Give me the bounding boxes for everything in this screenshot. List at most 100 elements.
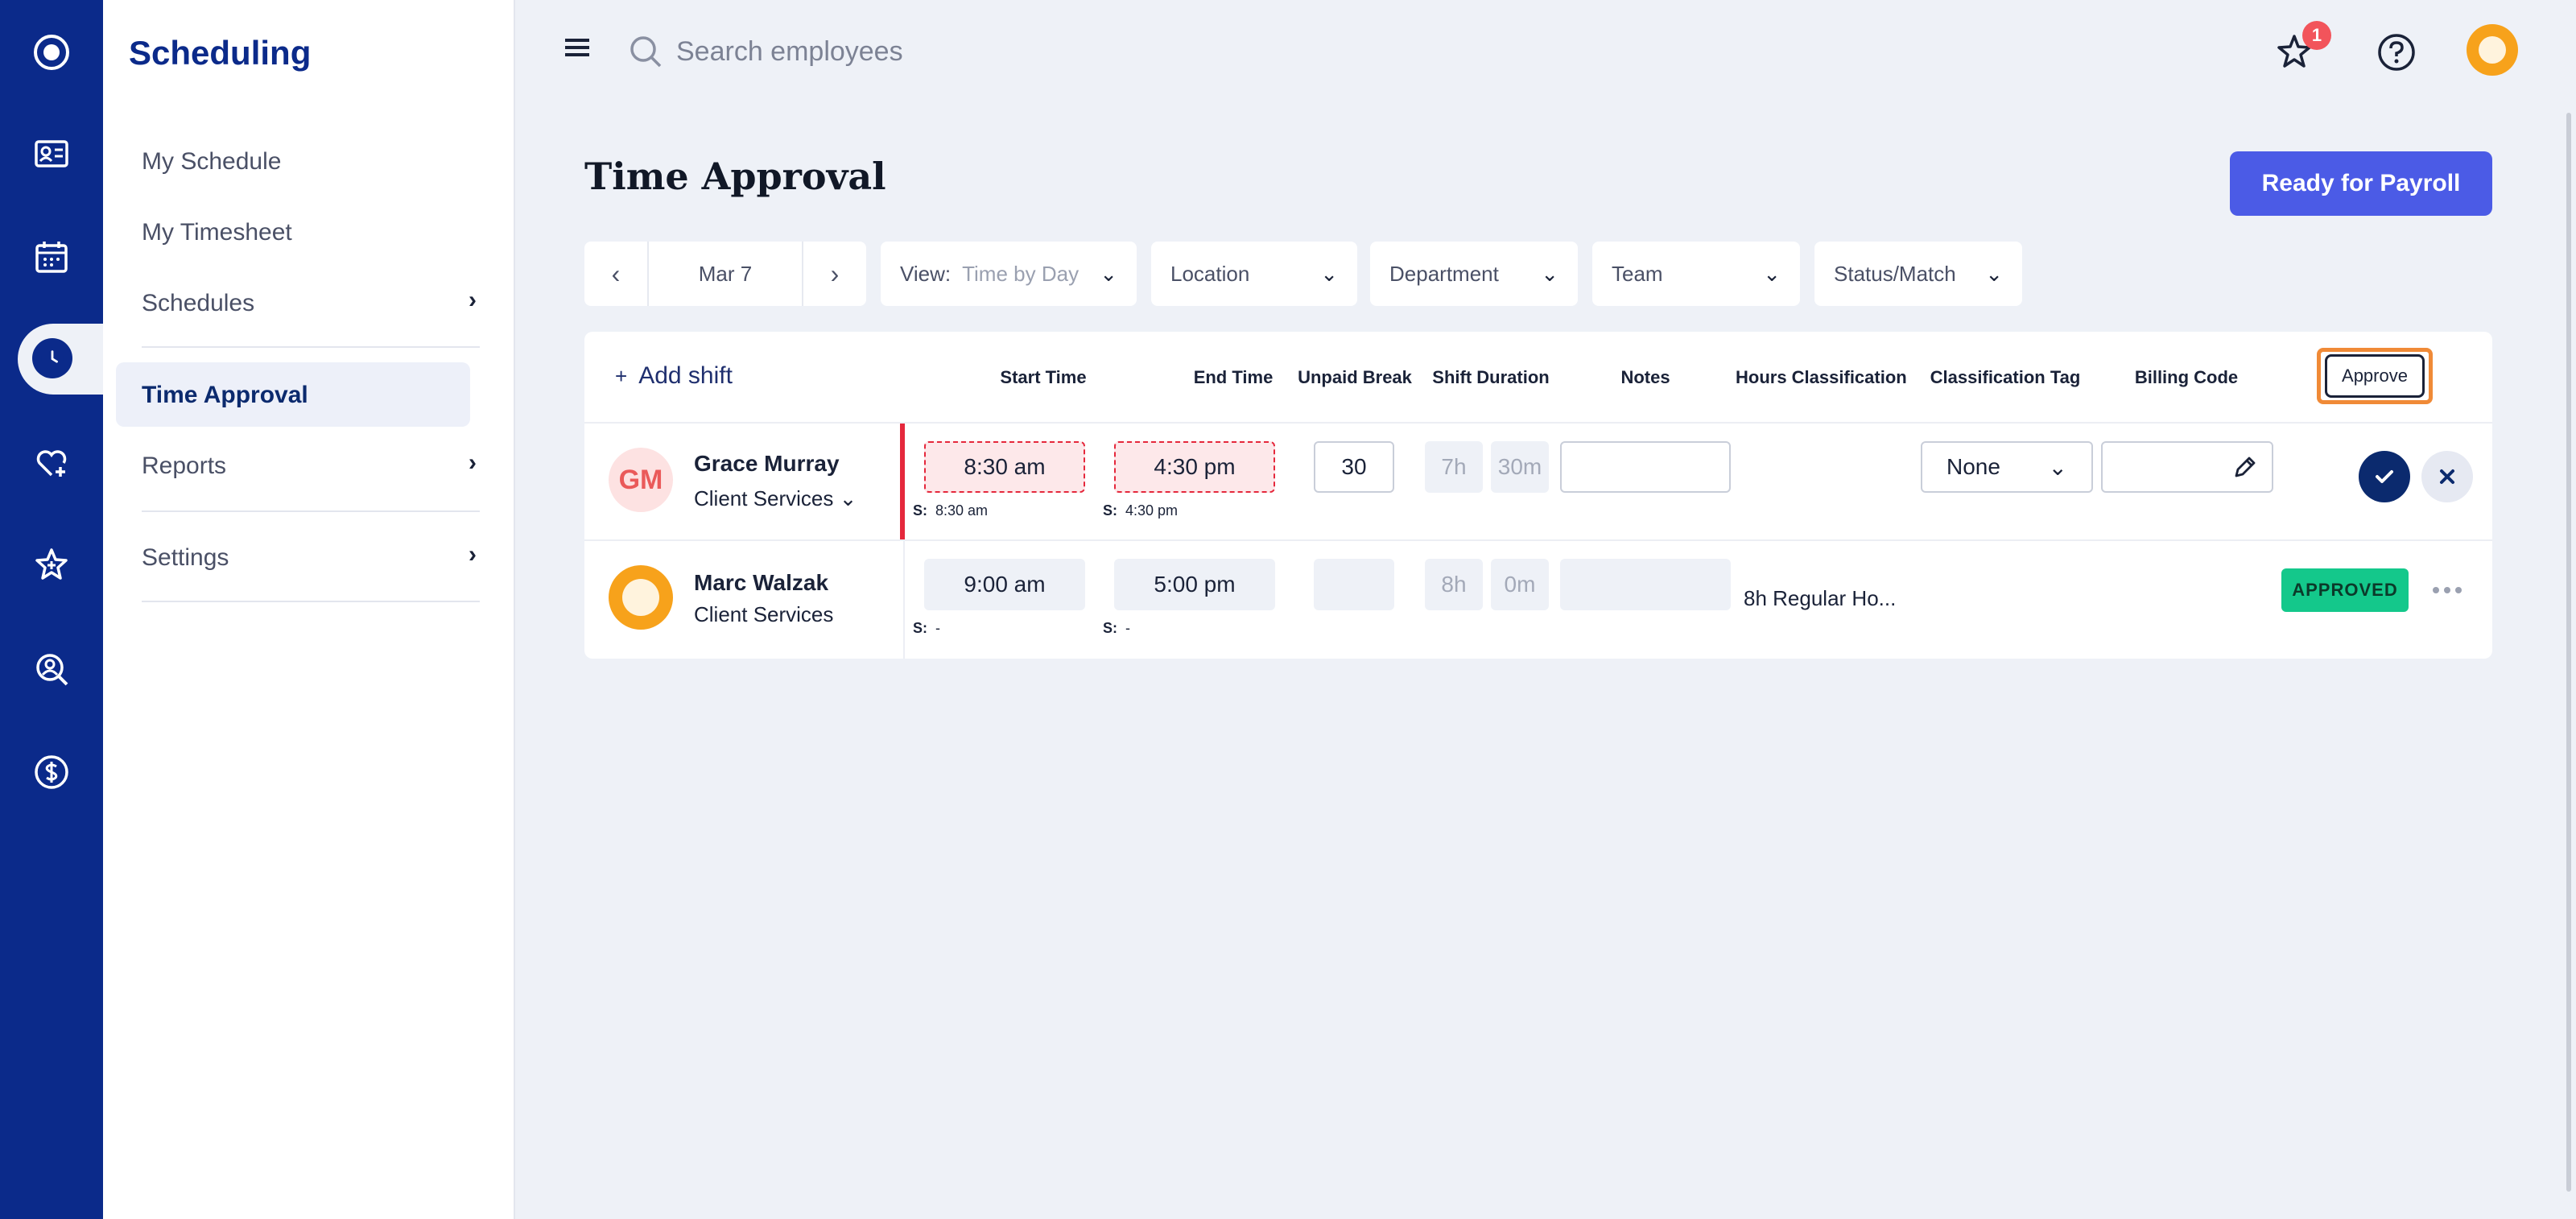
chevron-down-icon: ⌄ xyxy=(839,486,857,510)
pencil-icon[interactable] xyxy=(2231,453,2259,481)
employee-avatar: GM xyxy=(609,448,673,512)
check-icon xyxy=(2376,470,2393,483)
duration-minutes: 30m xyxy=(1491,441,1549,493)
star-plus-icon[interactable] xyxy=(0,528,103,601)
add-shift-button[interactable]: + Add shift xyxy=(615,362,733,390)
view-label: View: xyxy=(900,261,952,286)
notes-input[interactable] xyxy=(1560,441,1731,493)
column-classification-tag: Classification Tag xyxy=(1930,367,2081,387)
row-divider xyxy=(584,539,2492,541)
chevron-down-icon: ⌄ xyxy=(1100,261,1117,286)
column-notes: Notes xyxy=(1620,367,1670,387)
user-avatar[interactable] xyxy=(2467,24,2518,76)
column-divider xyxy=(903,539,905,659)
sidebar-item-schedules[interactable]: Schedules xyxy=(142,290,254,317)
scheduled-start-value: 8:30 am xyxy=(935,502,989,519)
chevron-right-icon: › xyxy=(469,449,477,476)
end-time-input[interactable]: 5:00 pm xyxy=(1114,559,1275,610)
ready-for-payroll-button[interactable]: Ready for Payroll xyxy=(2230,151,2492,216)
app-logo-icon[interactable] xyxy=(0,16,103,89)
status-label: Status/Match xyxy=(1834,261,1956,286)
unpaid-break-input[interactable] xyxy=(1314,441,1394,493)
chevron-right-icon[interactable]: › xyxy=(803,242,866,306)
employee-department-dropdown[interactable]: Client Services ⌄ xyxy=(694,486,857,511)
scheduled-start: S: - xyxy=(913,620,940,637)
approve-all-button[interactable]: Approve xyxy=(2325,354,2425,398)
column-billing-code: Billing Code xyxy=(2134,367,2239,387)
sidebar-title: Scheduling xyxy=(129,34,312,72)
scheduled-prefix: S: xyxy=(913,620,927,636)
sidebar-item-my-schedule[interactable]: My Schedule xyxy=(142,148,281,176)
approve-all-highlight: Approve xyxy=(2317,348,2433,404)
sidebar-item-time-approval[interactable]: Time Approval xyxy=(142,382,308,409)
billing-code-input[interactable] xyxy=(2101,441,2273,493)
add-shift-label: Add shift xyxy=(638,362,733,389)
sidebar-item-reports[interactable]: Reports xyxy=(142,452,226,480)
classification-tag-select[interactable]: None ⌄ xyxy=(1921,441,2093,493)
start-time-input[interactable]: 8:30 am xyxy=(924,441,1085,493)
column-unpaid-break: Unpaid Break xyxy=(1298,367,1412,387)
reject-shift-button[interactable] xyxy=(2421,451,2473,502)
divider xyxy=(142,346,480,348)
classification-tag-value: None xyxy=(1946,454,2000,479)
unpaid-break-field xyxy=(1314,559,1394,610)
time-approval-table: + Add shift Start Time End Time Unpaid B… xyxy=(584,332,2492,659)
location-label: Location xyxy=(1170,261,1250,286)
status-select[interactable]: Status/Match ⌄ xyxy=(1814,242,2022,306)
page-scrollbar[interactable] xyxy=(2566,113,2571,1192)
view-select[interactable]: View: Time by Day ⌄ xyxy=(881,242,1137,306)
page-title: Time Approval xyxy=(584,155,886,198)
approve-shift-button[interactable] xyxy=(2359,451,2410,502)
chevron-down-icon: ⌄ xyxy=(1320,261,1338,286)
chevron-down-icon: ⌄ xyxy=(1541,261,1558,286)
location-select[interactable]: Location ⌄ xyxy=(1151,242,1357,306)
calendar-icon[interactable] xyxy=(0,221,103,293)
clock-icon[interactable] xyxy=(32,338,72,378)
notes-field xyxy=(1560,559,1731,610)
people-search-icon[interactable] xyxy=(0,633,103,705)
heart-plus-icon[interactable] xyxy=(0,427,103,499)
start-time-input[interactable]: 9:00 am xyxy=(924,559,1085,610)
employee-department: Client Services xyxy=(694,486,834,510)
employee-avatar xyxy=(609,565,673,630)
department-label: Department xyxy=(1389,261,1499,286)
scheduled-end-value: - xyxy=(1125,620,1130,636)
more-options-icon[interactable] xyxy=(2423,576,2471,604)
employee-name[interactable]: Grace Murray xyxy=(694,451,840,477)
search-icon xyxy=(628,34,663,73)
duration-hours: 7h xyxy=(1425,441,1483,493)
current-date[interactable]: Mar 7 xyxy=(647,242,803,306)
team-label: Team xyxy=(1612,261,1663,286)
employee-name[interactable]: Marc Walzak xyxy=(694,570,828,596)
scheduled-prefix: S: xyxy=(1103,502,1117,519)
row-divider xyxy=(584,422,2492,424)
end-time-input[interactable]: 4:30 pm xyxy=(1114,441,1275,493)
sidebar-item-my-timesheet[interactable]: My Timesheet xyxy=(142,219,292,246)
notification-badge: 1 xyxy=(2302,21,2331,50)
scheduled-prefix: S: xyxy=(1103,620,1117,636)
scheduled-start: S: 8:30 am xyxy=(913,502,988,519)
dollar-icon[interactable] xyxy=(0,736,103,808)
help-icon[interactable] xyxy=(2376,32,2417,76)
team-select[interactable]: Team ⌄ xyxy=(1592,242,1800,306)
view-value: Time by Day xyxy=(962,261,1080,286)
hamburger-menu-icon[interactable] xyxy=(564,34,591,65)
plus-icon: + xyxy=(615,363,628,388)
scheduled-end: S: 4:30 pm xyxy=(1103,502,1178,519)
scheduling-sidebar: Scheduling My Schedule My Timesheet Sche… xyxy=(103,0,515,1219)
divider xyxy=(142,510,480,512)
sidebar-item-settings[interactable]: Settings xyxy=(142,544,229,572)
mismatch-indicator xyxy=(900,424,905,539)
chevron-down-icon: ⌄ xyxy=(1985,261,2003,286)
chevron-left-icon[interactable]: ‹ xyxy=(584,242,647,306)
scheduled-start-value: - xyxy=(935,620,940,636)
scheduled-end: S: - xyxy=(1103,620,1130,637)
chevron-right-icon: › xyxy=(469,541,477,568)
hours-classification: 8h Regular Ho... xyxy=(1744,586,1897,610)
department-select[interactable]: Department ⌄ xyxy=(1370,242,1578,306)
search-input[interactable] xyxy=(676,29,1159,74)
employee-card-icon[interactable] xyxy=(0,118,103,190)
approved-status-badge: APPROVED xyxy=(2281,568,2409,612)
column-end-time: End Time xyxy=(1193,367,1274,387)
chevron-right-icon: › xyxy=(469,287,477,313)
